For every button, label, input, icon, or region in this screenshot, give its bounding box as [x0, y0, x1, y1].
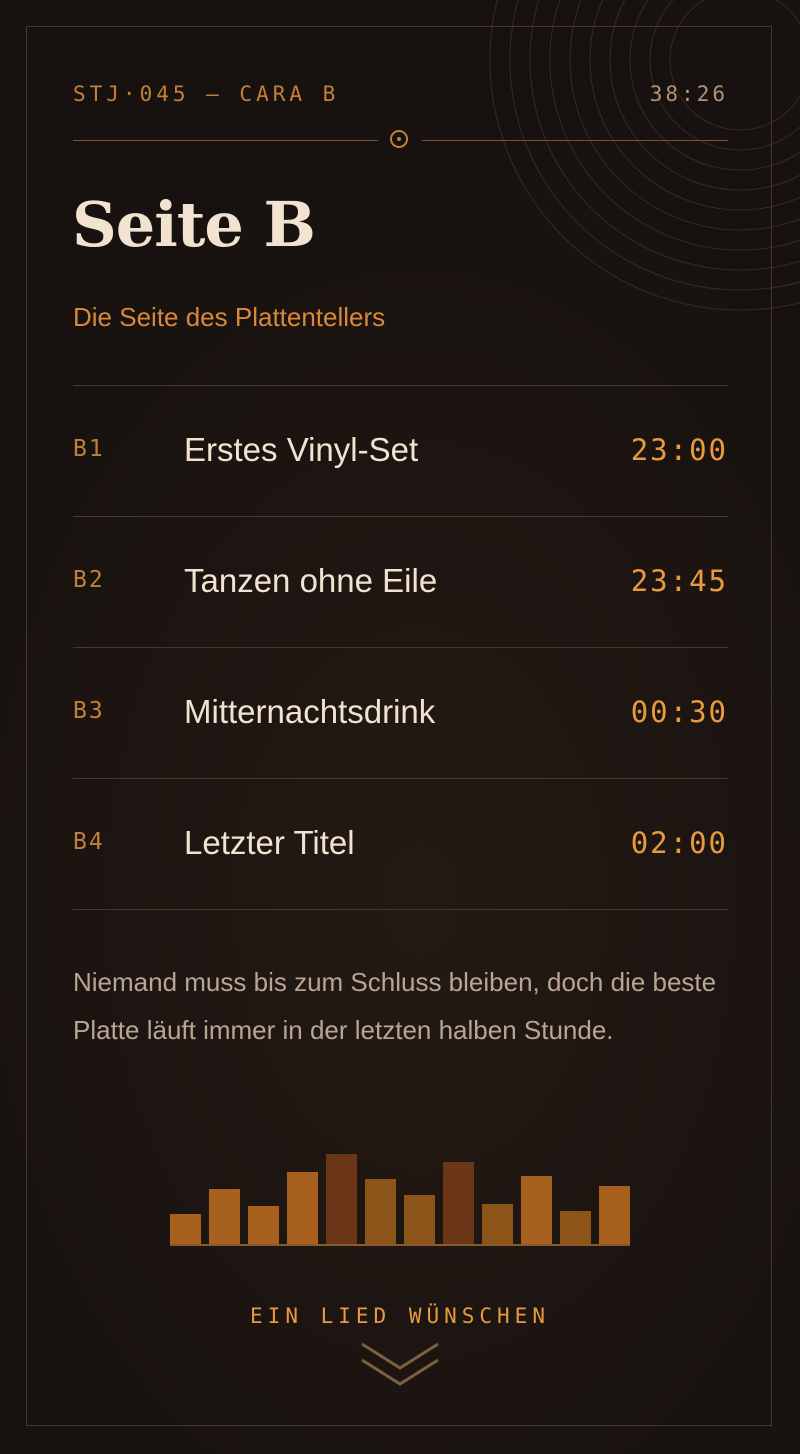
equalizer-bar [443, 1162, 474, 1246]
record-center-icon [390, 130, 408, 148]
equalizer-bar [170, 1214, 201, 1246]
equalizer-bar [248, 1206, 279, 1246]
track-row[interactable]: B1 Erstes Vinyl-Set 23:00 [73, 385, 728, 516]
track-list: B1 Erstes Vinyl-Set 23:00 B2 Tanzen ohne… [73, 385, 728, 910]
track-number: B4 [73, 829, 105, 855]
divider-right [422, 140, 728, 141]
track-number: B2 [73, 567, 105, 593]
page-subtitle: Die Seite des Plattentellers [73, 302, 386, 332]
divider-left [73, 140, 378, 141]
catalog-label: STJ·045 — CARA B [73, 82, 340, 106]
equalizer-bar [326, 1154, 357, 1246]
equalizer-visual [170, 1140, 630, 1246]
track-number: B1 [73, 436, 105, 462]
equalizer-bar [365, 1179, 396, 1246]
track-title: Letzter Titel [184, 824, 355, 861]
equalizer-bar [560, 1211, 591, 1246]
track-time: 02:00 [630, 826, 728, 860]
request-song-link[interactable]: EIN LIED WÜNSCHEN [0, 1304, 800, 1328]
track-number: B3 [73, 698, 105, 724]
track-title: Erstes Vinyl-Set [184, 431, 419, 468]
track-title: Mitternachtsdrink [184, 693, 436, 730]
track-time: 23:45 [630, 564, 728, 598]
closing-note: Niemand muss bis zum Schluss bleiben, do… [73, 967, 717, 1045]
equalizer-bar [599, 1186, 630, 1246]
equalizer-baseline [170, 1244, 630, 1246]
track-time: 00:30 [630, 695, 728, 729]
equalizer-bar [482, 1204, 513, 1246]
total-duration: 38:26 [649, 82, 728, 106]
chevron-down-icon[interactable] [358, 1338, 442, 1390]
track-title: Tanzen ohne Eile [184, 562, 438, 599]
track-row[interactable]: B2 Tanzen ohne Eile 23:45 [73, 516, 728, 647]
track-row[interactable]: B4 Letzter Titel 02:00 [73, 778, 728, 910]
track-time: 23:00 [630, 433, 728, 467]
equalizer-bar [209, 1189, 240, 1246]
track-row[interactable]: B3 Mitternachtsdrink 00:30 [73, 647, 728, 778]
equalizer-bar [521, 1176, 552, 1246]
equalizer-bar [287, 1172, 318, 1246]
equalizer-bar [404, 1195, 435, 1246]
page-title: Seite B [72, 188, 316, 261]
